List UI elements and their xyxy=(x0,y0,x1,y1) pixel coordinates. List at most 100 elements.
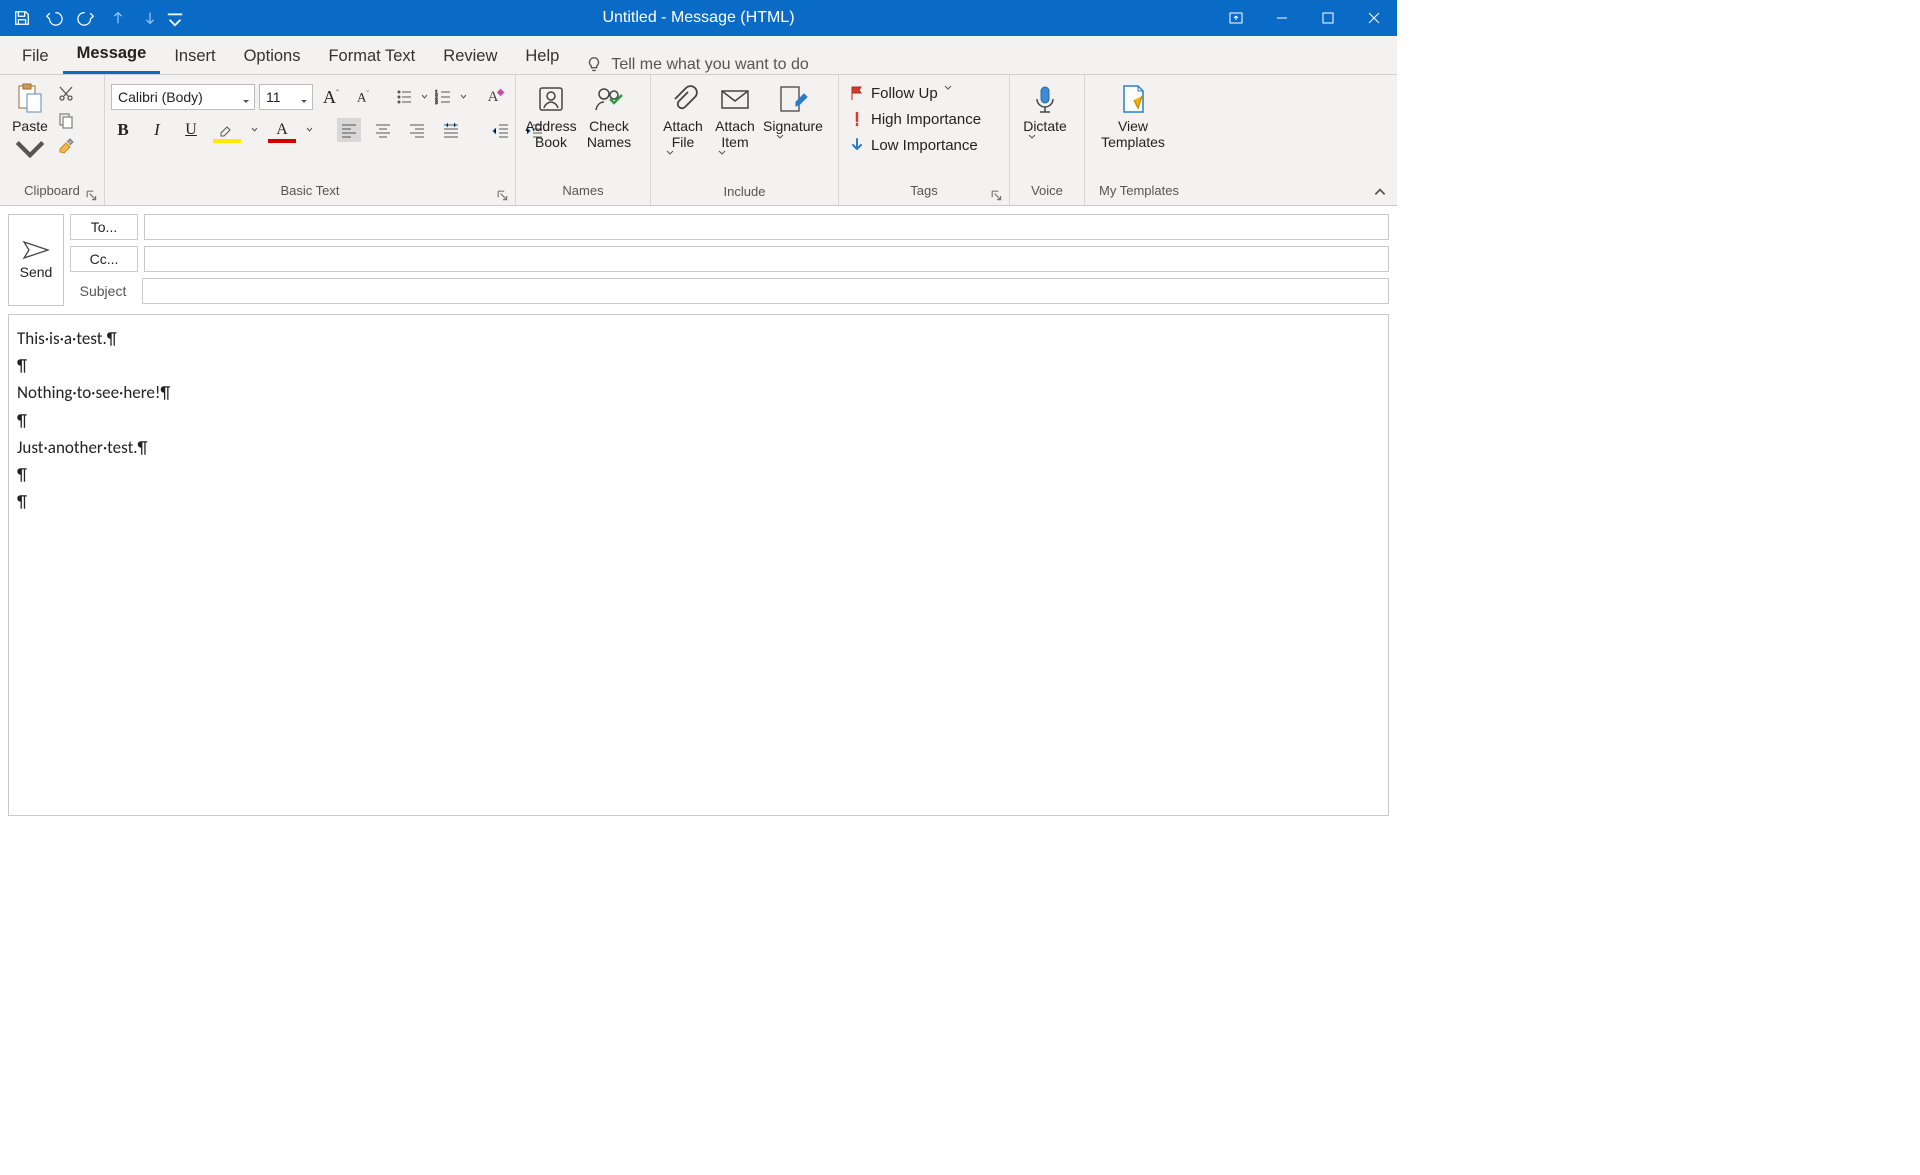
close-icon[interactable] xyxy=(1351,0,1397,36)
chevron-down-icon xyxy=(666,150,700,184)
view-templates-button[interactable]: View Templates xyxy=(1091,78,1175,187)
cut-button[interactable] xyxy=(54,82,78,106)
send-button[interactable]: Send xyxy=(8,214,64,306)
grow-font-button[interactable]: Aˆ xyxy=(317,85,345,109)
chevron-down-icon xyxy=(1028,134,1062,168)
copy-button[interactable] xyxy=(54,108,78,132)
low-importance-button[interactable]: Low Importance xyxy=(845,132,982,158)
body-line: ¶ xyxy=(17,407,1380,434)
signature-button[interactable]: Signature xyxy=(761,78,825,188)
chevron-down-icon[interactable] xyxy=(460,94,467,100)
signature-label: Signature xyxy=(763,118,823,134)
address-book-icon xyxy=(534,82,568,116)
body-line: ¶ xyxy=(17,488,1380,515)
dictate-button[interactable]: Dictate xyxy=(1016,78,1074,187)
exclamation-icon xyxy=(849,111,865,127)
align-left-button[interactable] xyxy=(337,118,361,142)
chevron-down-icon xyxy=(718,150,752,184)
chevron-down-icon[interactable] xyxy=(251,127,258,133)
group-templates: View Templates My Templates xyxy=(1085,75,1193,205)
font-name-value: Calibri (Body) xyxy=(118,89,203,105)
address-book-label: Address Book xyxy=(522,118,580,150)
ribbon: Paste Clipboard Calibri (Body) 11 xyxy=(0,75,1397,206)
tab-message[interactable]: Message xyxy=(63,36,161,74)
attach-file-button[interactable]: Attach File xyxy=(657,78,709,188)
paste-button[interactable]: Paste xyxy=(6,78,54,187)
chevron-down-icon[interactable] xyxy=(421,94,428,100)
tab-format-text[interactable]: Format Text xyxy=(314,39,429,74)
template-icon xyxy=(1116,82,1150,116)
check-names-icon xyxy=(592,82,626,116)
align-center-button[interactable] xyxy=(371,118,395,142)
subject-label: Subject xyxy=(70,283,136,299)
window-controls xyxy=(1213,0,1397,36)
tab-options[interactable]: Options xyxy=(230,39,315,74)
window-title: Untitled - Message (HTML) xyxy=(184,9,1213,27)
font-name-select[interactable]: Calibri (Body) xyxy=(111,84,255,110)
body-line: ¶ xyxy=(17,461,1380,488)
chevron-down-icon[interactable] xyxy=(306,127,313,133)
minimize-icon[interactable] xyxy=(1259,0,1305,36)
group-tags-label: Tags xyxy=(910,183,937,198)
ribbon-display-options-icon[interactable] xyxy=(1213,0,1259,36)
decrease-indent-button[interactable] xyxy=(489,118,513,142)
attach-item-button[interactable]: Attach Item xyxy=(709,78,761,188)
prev-item-icon[interactable] xyxy=(102,0,134,36)
font-color-button[interactable]: A xyxy=(268,118,296,142)
undo-icon[interactable] xyxy=(38,0,70,36)
paste-icon xyxy=(13,82,47,116)
chevron-down-icon xyxy=(13,134,47,168)
maximize-icon[interactable] xyxy=(1305,0,1351,36)
cc-field[interactable] xyxy=(144,246,1389,272)
send-label: Send xyxy=(20,264,53,280)
save-icon[interactable] xyxy=(6,0,38,36)
align-right-button[interactable] xyxy=(405,118,429,142)
high-importance-label: High Importance xyxy=(871,111,981,128)
group-clipboard: Paste Clipboard xyxy=(0,75,105,205)
to-button[interactable]: To... xyxy=(70,214,138,240)
next-item-icon[interactable] xyxy=(134,0,166,36)
body-line: Just·another·test.¶ xyxy=(17,434,1380,461)
paste-label: Paste xyxy=(12,118,48,134)
attach-item-label: Attach Item xyxy=(709,118,761,150)
cc-button[interactable]: Cc... xyxy=(70,246,138,272)
collapse-ribbon-icon[interactable] xyxy=(1373,185,1387,199)
tags-launcher-icon[interactable] xyxy=(991,190,1003,202)
clear-formatting-button[interactable]: A◆ xyxy=(481,85,505,109)
tell-me-search[interactable]: Tell me what you want to do xyxy=(585,56,808,74)
format-painter-button[interactable] xyxy=(54,134,78,158)
envelope-icon xyxy=(718,82,752,116)
justify-button[interactable] xyxy=(439,118,463,142)
redo-icon[interactable] xyxy=(70,0,102,36)
tab-review[interactable]: Review xyxy=(429,39,511,74)
tab-insert[interactable]: Insert xyxy=(160,39,229,74)
follow-up-button[interactable]: Follow Up xyxy=(845,80,964,106)
chevron-down-icon xyxy=(776,134,810,168)
to-field[interactable] xyxy=(144,214,1389,240)
group-voice: Dictate Voice xyxy=(1010,75,1085,205)
dictate-label: Dictate xyxy=(1023,118,1067,134)
numbering-button[interactable]: 123 xyxy=(432,85,456,109)
subject-field[interactable] xyxy=(142,278,1389,304)
check-names-button[interactable]: Check Names xyxy=(580,78,638,187)
clipboard-launcher-icon[interactable] xyxy=(86,190,98,202)
group-tags: Follow Up High Importance Low Importance… xyxy=(839,75,1010,205)
font-size-select[interactable]: 11 xyxy=(259,84,313,110)
group-templates-label: My Templates xyxy=(1091,183,1187,205)
customize-qat-icon[interactable] xyxy=(166,0,184,36)
italic-button[interactable]: I xyxy=(145,118,169,142)
high-importance-button[interactable]: High Importance xyxy=(845,106,985,132)
send-icon xyxy=(22,240,50,260)
group-include: Attach File Attach Item Signature Includ… xyxy=(651,75,839,205)
address-book-button[interactable]: Address Book xyxy=(522,78,580,187)
tab-help[interactable]: Help xyxy=(511,39,573,74)
message-body[interactable]: This·is·a·test.¶ ¶ Nothing·to·see·here!¶… xyxy=(8,314,1389,816)
tab-file[interactable]: File xyxy=(8,39,63,74)
bold-button[interactable]: B xyxy=(111,118,135,142)
underline-button[interactable]: U xyxy=(179,118,203,142)
bullets-button[interactable] xyxy=(393,85,417,109)
basic-text-launcher-icon[interactable] xyxy=(497,190,509,202)
shrink-font-button[interactable]: Aˇ xyxy=(349,85,377,109)
highlight-button[interactable] xyxy=(213,118,241,142)
group-names: Address Book Check Names Names xyxy=(516,75,651,205)
